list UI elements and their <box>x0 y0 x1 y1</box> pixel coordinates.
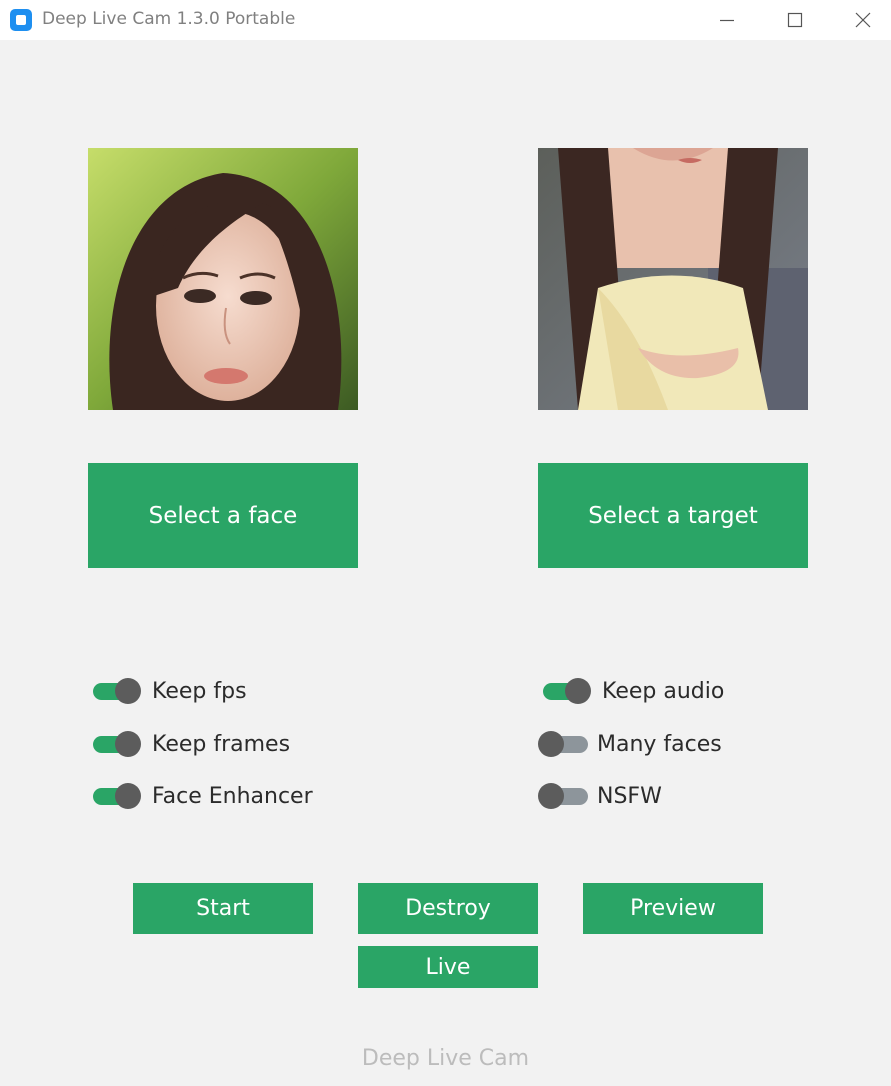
close-button[interactable] <box>833 0 891 40</box>
face-enhancer-switch-row[interactable]: Face Enhancer <box>93 779 313 813</box>
many-faces-switch[interactable] <box>538 727 588 761</box>
keep-audio-switch[interactable] <box>543 674 591 708</box>
keep-frames-switch[interactable] <box>93 727 141 761</box>
keep-fps-switch[interactable] <box>93 674 141 708</box>
keep-fps-label: Keep fps <box>152 678 247 704</box>
window-title: Deep Live Cam 1.3.0 Portable <box>42 9 296 29</box>
minimize-button[interactable] <box>697 0 757 40</box>
maximize-button[interactable] <box>765 0 825 40</box>
nsfw-switch[interactable] <box>538 779 588 813</box>
live-button[interactable]: Live <box>358 946 538 988</box>
select-face-button[interactable]: Select a face <box>88 463 358 568</box>
keep-frames-label: Keep frames <box>152 731 291 757</box>
target-preview <box>538 148 808 410</box>
destroy-button[interactable]: Destroy <box>358 883 538 934</box>
face-enhancer-label: Face Enhancer <box>152 783 313 809</box>
maximize-icon <box>787 12 803 28</box>
app-icon <box>10 9 32 31</box>
keep-frames-switch-row[interactable]: Keep frames <box>93 727 290 761</box>
many-faces-label: Many faces <box>597 731 722 757</box>
nsfw-switch-row[interactable]: NSFW <box>538 779 662 813</box>
face-enhancer-switch[interactable] <box>93 779 141 813</box>
keep-audio-label: Keep audio <box>602 678 725 704</box>
source-face-preview <box>88 148 358 410</box>
keep-audio-switch-row[interactable]: Keep audio <box>543 674 724 708</box>
preview-button[interactable]: Preview <box>583 883 763 934</box>
nsfw-label: NSFW <box>597 783 662 809</box>
footer-label: Deep Live Cam <box>361 1046 530 1071</box>
title-bar: Deep Live Cam 1.3.0 Portable <box>0 0 891 40</box>
keep-fps-switch-row[interactable]: Keep fps <box>93 674 247 708</box>
select-target-button[interactable]: Select a target <box>538 463 808 568</box>
many-faces-switch-row[interactable]: Many faces <box>538 727 722 761</box>
minimize-icon <box>720 19 734 22</box>
start-button[interactable]: Start <box>133 883 313 934</box>
close-icon <box>855 12 871 28</box>
